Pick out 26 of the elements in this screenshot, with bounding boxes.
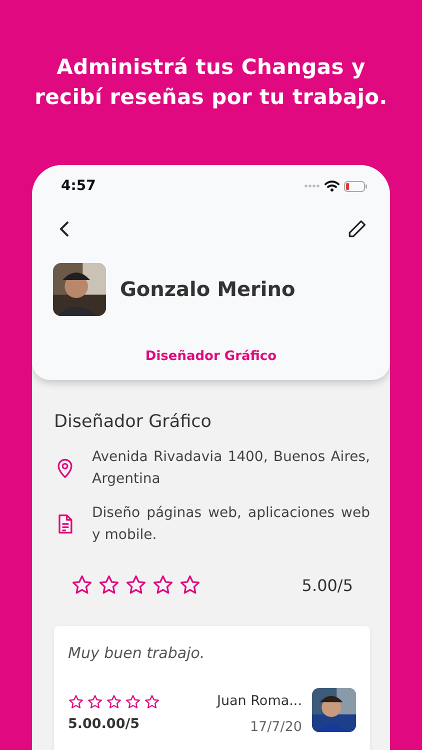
star-icon: [87, 694, 103, 710]
review-score: 5.00.00/5: [68, 716, 141, 732]
wifi-icon: [324, 180, 340, 192]
pencil-icon: [346, 218, 368, 240]
section-title: Diseñador Gráfico: [54, 412, 212, 432]
star-icon: [179, 574, 201, 596]
headline: Administrá tus Changas y recibí reseñas por tu trabajo.: [34, 54, 388, 111]
status-time: 4:57: [61, 178, 96, 194]
reviewer-name: Juan Roma...: [217, 693, 302, 709]
star-icon: [144, 694, 160, 710]
role-tab[interactable]: Diseñador Gráfico: [141, 347, 281, 366]
review-date: 17/7/20: [250, 719, 302, 735]
signal-dots-icon: [304, 184, 320, 188]
star-icon: [98, 574, 120, 596]
detail-text: Diseño páginas web, aplicaciones web y mobile.: [92, 504, 370, 545]
star-icon: [152, 574, 174, 596]
review-comment: Muy buen trabajo.: [68, 644, 206, 662]
profile-name: Gonzalo Merino: [120, 277, 296, 301]
star-icon: [125, 694, 141, 710]
star-icon: [71, 574, 93, 596]
battery-icon: [344, 180, 368, 192]
detail-text: Avenida Rivadavia 1400, Buenos Aires, Argentina: [92, 448, 370, 489]
star-icon: [68, 694, 84, 710]
star-icon: [125, 574, 147, 596]
star-icon: [106, 694, 122, 710]
rating-score: 5.00/5: [302, 576, 353, 594]
